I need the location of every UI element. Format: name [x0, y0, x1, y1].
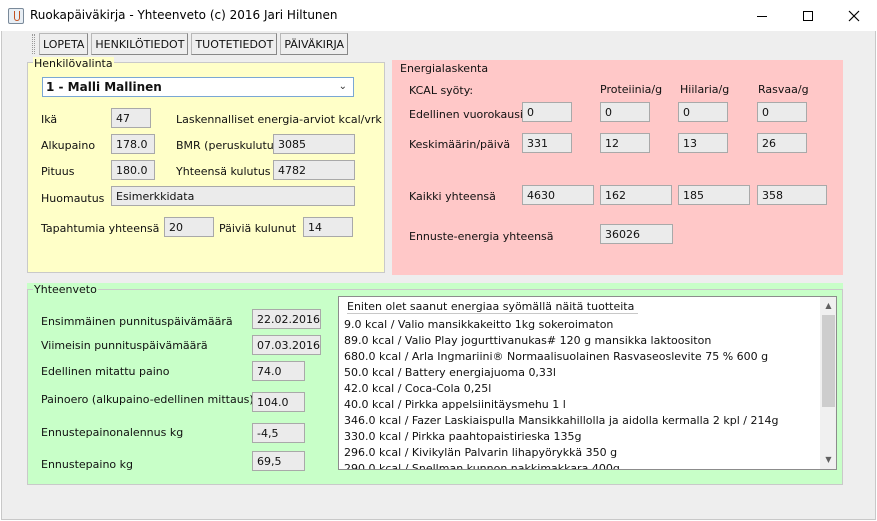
close-icon	[848, 10, 860, 22]
all-total-label: Kaikki yhteensä	[409, 190, 496, 203]
total-use-label: Yhteensä kulutus	[176, 165, 271, 178]
prev-day-fat-field[interactable]: 0	[757, 102, 807, 122]
daily-average-carbs-field[interactable]: 13	[678, 133, 728, 153]
java-app-icon	[8, 8, 24, 24]
first-weigh-field[interactable]: 22.02.2016	[252, 309, 321, 329]
age-label: Ikä	[41, 113, 58, 126]
person-select[interactable]: 1 - Malli Mallinen ⌄	[42, 77, 354, 97]
protein-header: Proteiinia/g	[600, 83, 663, 96]
diary-button[interactable]: PÄIVÄKIRJA	[280, 33, 349, 55]
start-weight-label: Alkupaino	[41, 139, 96, 152]
bmr-field[interactable]: 3085	[273, 134, 355, 154]
top-products-list[interactable]: Eniten olet saanut energiaa syömällä näi…	[338, 296, 837, 470]
bmr-label: BMR (peruskulutus)	[176, 139, 284, 152]
forecast-loss-field[interactable]: -4,5	[252, 423, 305, 443]
all-total-kcal-field[interactable]: 4630	[522, 185, 594, 205]
prev-weight-field[interactable]: 74.0	[252, 361, 305, 381]
all-total-carbs-field[interactable]: 185	[678, 185, 750, 205]
prev-day-protein-field[interactable]: 0	[600, 102, 650, 122]
daily-average-kcal-field[interactable]: 331	[522, 133, 572, 153]
last-weigh-field[interactable]: 07.03.2016	[252, 335, 321, 355]
start-weight-field[interactable]: 178.0	[111, 134, 155, 154]
daily-average-fat-field[interactable]: 26	[757, 133, 807, 153]
all-total-protein-field[interactable]: 162	[600, 185, 672, 205]
list-item[interactable]: 89.0 kcal / Valio Play jogurttivanukas# …	[344, 334, 711, 347]
days-field[interactable]: 14	[303, 217, 353, 237]
window-title: Ruokapäiväkirja - Yhteenveto (c) 2016 Ja…	[30, 8, 338, 22]
list-scrollbar[interactable]: ▲ ▼	[820, 297, 836, 469]
person-info-button[interactable]: HENKILÖTIEDOT	[91, 33, 189, 55]
first-weigh-label: Ensimmäinen punnituspäivämäärä	[41, 315, 233, 328]
summary-panel-legend: Yhteenveto	[33, 283, 98, 296]
note-field[interactable]: Esimerkkidata	[111, 186, 355, 206]
days-label: Päiviä kulunut	[219, 222, 297, 235]
events-field[interactable]: 20	[164, 217, 214, 237]
daily-average-protein-field[interactable]: 12	[600, 133, 650, 153]
close-button[interactable]	[831, 0, 877, 32]
forecast-weight-field[interactable]: 69,5	[252, 451, 305, 471]
forecast-energy-field[interactable]: 36026	[600, 224, 673, 244]
fat-header: Rasvaa/g	[758, 83, 809, 96]
daily-average-label: Keskimäärin/päivä	[409, 138, 511, 151]
list-item[interactable]: 680.0 kcal / Arla Ingmariini® Normaalisu…	[344, 350, 768, 363]
height-field[interactable]: 180.0	[111, 160, 155, 180]
toolbar: LOPETA HENKILÖTIEDOT TUOTETIEDOT PÄIVÄKI…	[30, 32, 351, 56]
prev-weight-label: Edellinen mitattu paino	[41, 365, 170, 378]
minimize-button[interactable]	[739, 0, 785, 32]
weight-diff-field[interactable]: 104.0	[252, 392, 305, 412]
list-item[interactable]: 346.0 kcal / Fazer Laskiaispulla Mansikk…	[344, 414, 779, 427]
prev-day-carbs-field[interactable]: 0	[678, 102, 728, 122]
list-item[interactable]: 50.0 kcal / Battery energiajuoma 0,33l	[344, 366, 556, 379]
all-total-fat-field[interactable]: 358	[757, 185, 827, 205]
maximize-icon	[803, 11, 813, 21]
carbs-header: Hiilaria/g	[680, 83, 730, 96]
energy-panel-legend: Energialaskenta	[400, 62, 489, 75]
events-label: Tapahtumia yhteensä	[41, 222, 160, 235]
forecast-loss-label: Ennustepainonalennus kg	[41, 426, 184, 439]
maximize-button[interactable]	[785, 0, 831, 32]
prev-day-kcal-field[interactable]: 0	[522, 102, 572, 122]
minimize-icon	[757, 15, 767, 17]
person-select-value: 1 - Malli Mallinen	[46, 80, 162, 94]
toolbar-grip[interactable]	[32, 34, 35, 54]
kcal-eaten-header: KCAL syöty:	[409, 84, 474, 97]
weight-diff-label: Painoero (alkupaino-edellinen mittaus)	[41, 393, 254, 406]
height-label: Pituus	[41, 165, 75, 178]
list-item[interactable]: 290.0 kcal / Snellman kunnon nakkimakkar…	[344, 462, 620, 469]
person-panel-legend: Henkilövalinta	[33, 57, 114, 70]
list-item[interactable]: 9.0 kcal / Valio mansikkakeitto 1kg soke…	[344, 318, 613, 331]
scrollbar-thumb[interactable]	[822, 315, 835, 407]
list-item[interactable]: 296.0 kcal / Kivikylän Palvarin lihapyör…	[344, 446, 617, 459]
list-item[interactable]: 42.0 kcal / Coca-Cola 0,25l	[344, 382, 491, 395]
list-item[interactable]: 330.0 kcal / Pirkka paahtopaistirieska 1…	[344, 430, 581, 443]
scroll-down-icon[interactable]: ▼	[820, 455, 836, 464]
quit-button[interactable]: LOPETA	[39, 33, 89, 55]
top-products-heading: Eniten olet saanut energiaa syömällä näi…	[347, 300, 639, 314]
energy-estimates-note: Laskennalliset energia-arviot kcal/vrk	[176, 113, 382, 126]
forecast-weight-label: Ennustepaino kg	[41, 458, 134, 471]
chevron-down-icon: ⌄	[338, 81, 347, 92]
total-use-field[interactable]: 4782	[273, 160, 355, 180]
forecast-energy-label: Ennuste-energia yhteensä	[409, 230, 554, 243]
scroll-up-icon[interactable]: ▲	[820, 301, 836, 310]
product-info-button[interactable]: TUOTETIEDOT	[191, 33, 278, 55]
list-item[interactable]: 40.0 kcal / Pirkka appelsiinitäysmehu 1 …	[344, 398, 566, 411]
last-weigh-label: Viimeisin punnituspäivämäärä	[41, 339, 208, 352]
age-field[interactable]: 47	[111, 108, 151, 128]
prev-day-label: Edellinen vuorokausi	[409, 108, 523, 121]
note-label: Huomautus	[41, 192, 105, 205]
